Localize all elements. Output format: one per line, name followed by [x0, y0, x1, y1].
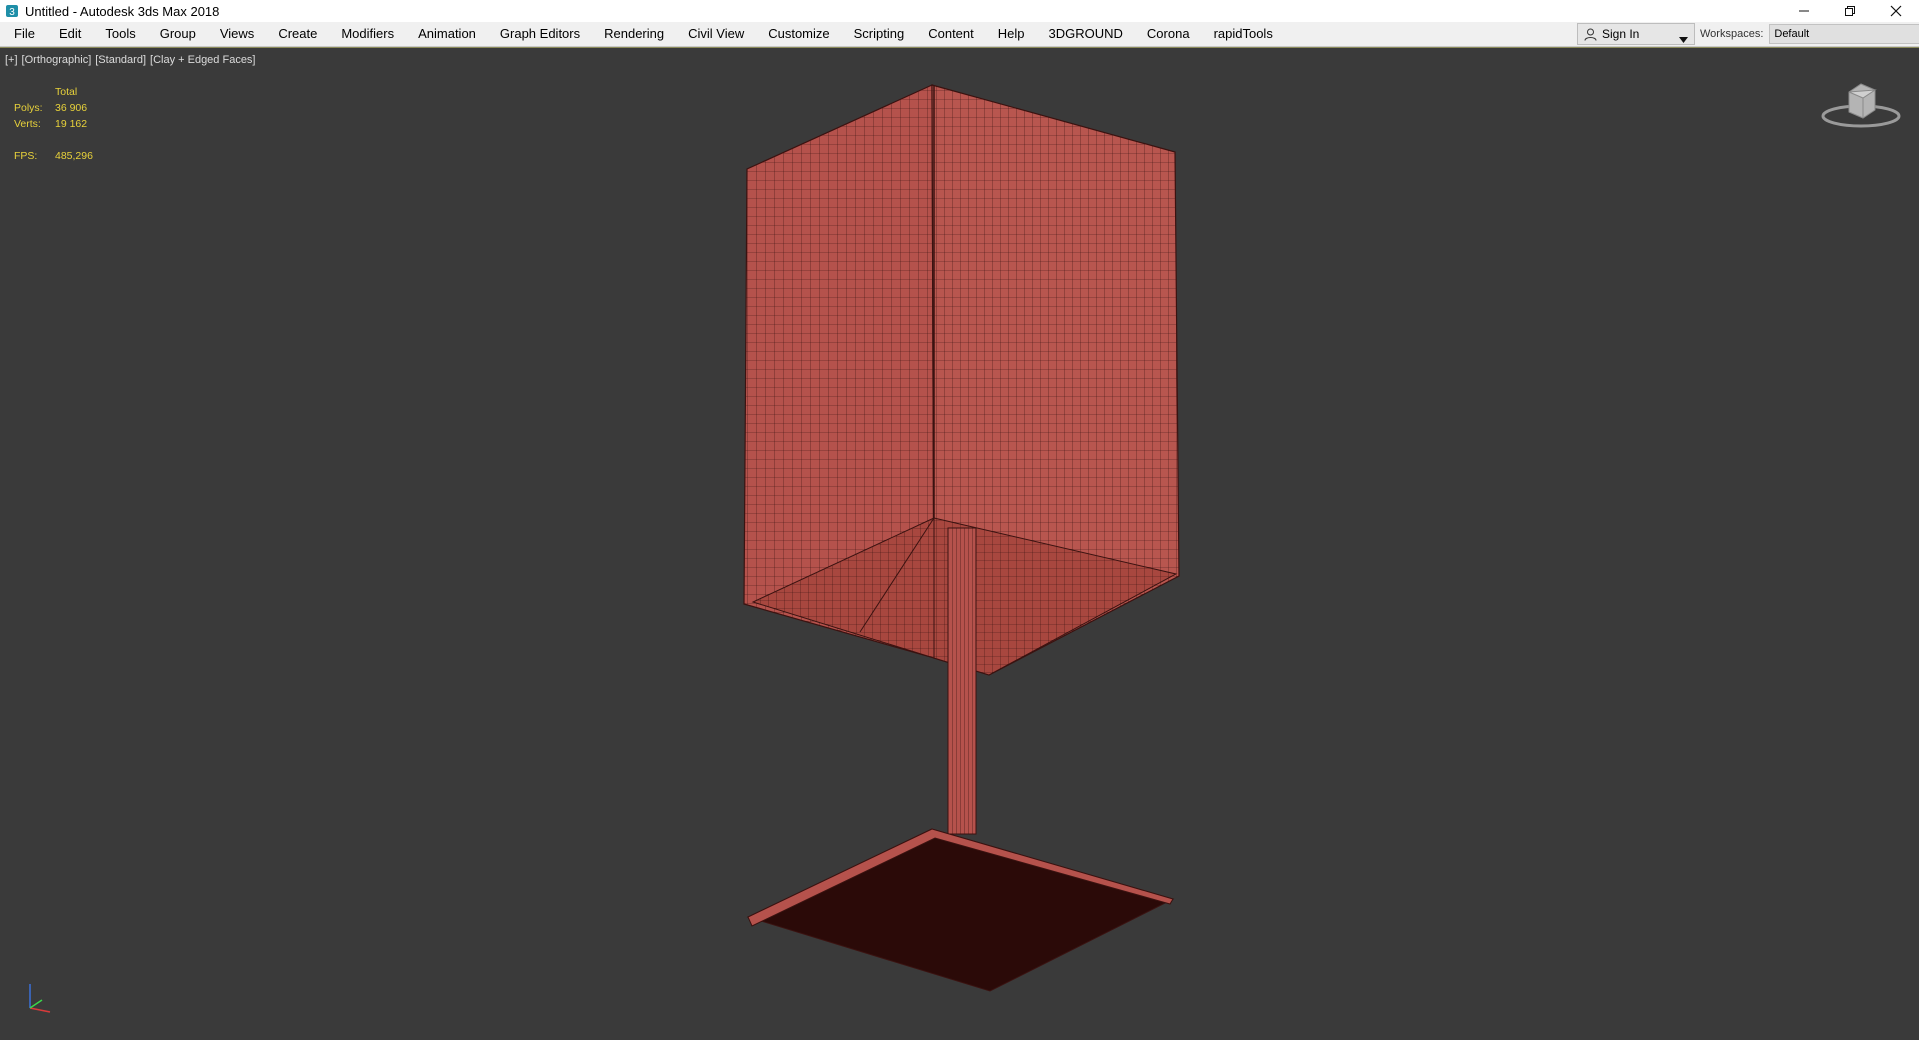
workspaces-label: Workspaces: [1700, 28, 1764, 40]
menu-3dground[interactable]: 3DGROUND [1037, 22, 1135, 46]
menu-views[interactable]: Views [208, 22, 266, 46]
stats-fps-value: 485,296 [55, 150, 93, 162]
viewport-label[interactable]: [+] [Orthographic] [Standard] [Clay + Ed… [5, 54, 256, 66]
workspaces-select[interactable]: Default [1769, 24, 1919, 44]
menu-group[interactable]: Group [148, 22, 208, 46]
lamp-pole [947, 527, 977, 835]
menu-file[interactable]: File [0, 22, 47, 46]
stats-fps-label: FPS: [14, 150, 38, 162]
viewport-visual-style[interactable]: [Clay + Edged Faces] [150, 54, 255, 66]
minimize-icon[interactable] [1781, 0, 1827, 22]
viewport-shading-preset[interactable]: [Standard] [95, 54, 146, 66]
menu-civil-view[interactable]: Civil View [676, 22, 756, 46]
svg-text:3: 3 [9, 7, 15, 18]
menu-modifiers[interactable]: Modifiers [329, 22, 406, 46]
sign-in-label: Sign In [1602, 27, 1640, 41]
stats-verts-value: 19 162 [55, 118, 88, 130]
menu-create[interactable]: Create [266, 22, 329, 46]
menu-bar: File Edit Tools Group Views Create Modif… [0, 22, 1919, 47]
workspaces-value: Default [1774, 28, 1810, 40]
stats-polys-label: Polys: [14, 102, 43, 114]
menu-edit[interactable]: Edit [47, 22, 93, 46]
stats-polys-value: 36 906 [55, 102, 88, 114]
workspaces-control: Workspaces: Default [1700, 22, 1919, 46]
sign-in-button[interactable]: Sign In [1577, 23, 1695, 45]
viewport-statistics: Total Polys: 36 906 Verts: 19 162 FPS: 485,… [14, 84, 93, 164]
stats-verts-label: Verts: [14, 118, 41, 130]
axis-tripod-icon [24, 980, 54, 1019]
restore-icon[interactable] [1827, 0, 1873, 22]
menu-rendering[interactable]: Rendering [592, 22, 676, 46]
menu-customize[interactable]: Customize [756, 22, 841, 46]
title-bar: 3 Untitled - Autodesk 3ds Max 2018 [0, 0, 1919, 22]
menu-rapidtools[interactable]: rapidTools [1202, 22, 1285, 46]
lamp-model[interactable] [0, 48, 1919, 1040]
menu-animation[interactable]: Animation [406, 22, 488, 46]
close-icon[interactable] [1873, 0, 1919, 22]
stats-total-label: Total [55, 86, 78, 98]
viewport-point-of-view[interactable]: [Orthographic] [22, 54, 92, 66]
user-icon [1584, 28, 1597, 41]
window-title: Untitled - Autodesk 3ds Max 2018 [25, 3, 220, 19]
menu-content[interactable]: Content [916, 22, 986, 46]
window-controls [1781, 0, 1919, 22]
viewport-menu-plus[interactable]: [+] [5, 54, 18, 66]
menu-scripting[interactable]: Scripting [842, 22, 917, 46]
menu-help[interactable]: Help [986, 22, 1037, 46]
menu-tools[interactable]: Tools [93, 22, 147, 46]
lamp-base-top [746, 828, 1175, 992]
menu-graph-editors[interactable]: Graph Editors [488, 22, 592, 46]
menu-corona[interactable]: Corona [1135, 22, 1202, 46]
perspective-viewport[interactable]: [+] [Orthographic] [Standard] [Clay + Ed… [0, 47, 1919, 1040]
3ds-max-icon: 3 [5, 4, 19, 18]
chevron-down-icon[interactable] [1679, 31, 1688, 46]
viewcube-icon[interactable] [1819, 78, 1903, 137]
